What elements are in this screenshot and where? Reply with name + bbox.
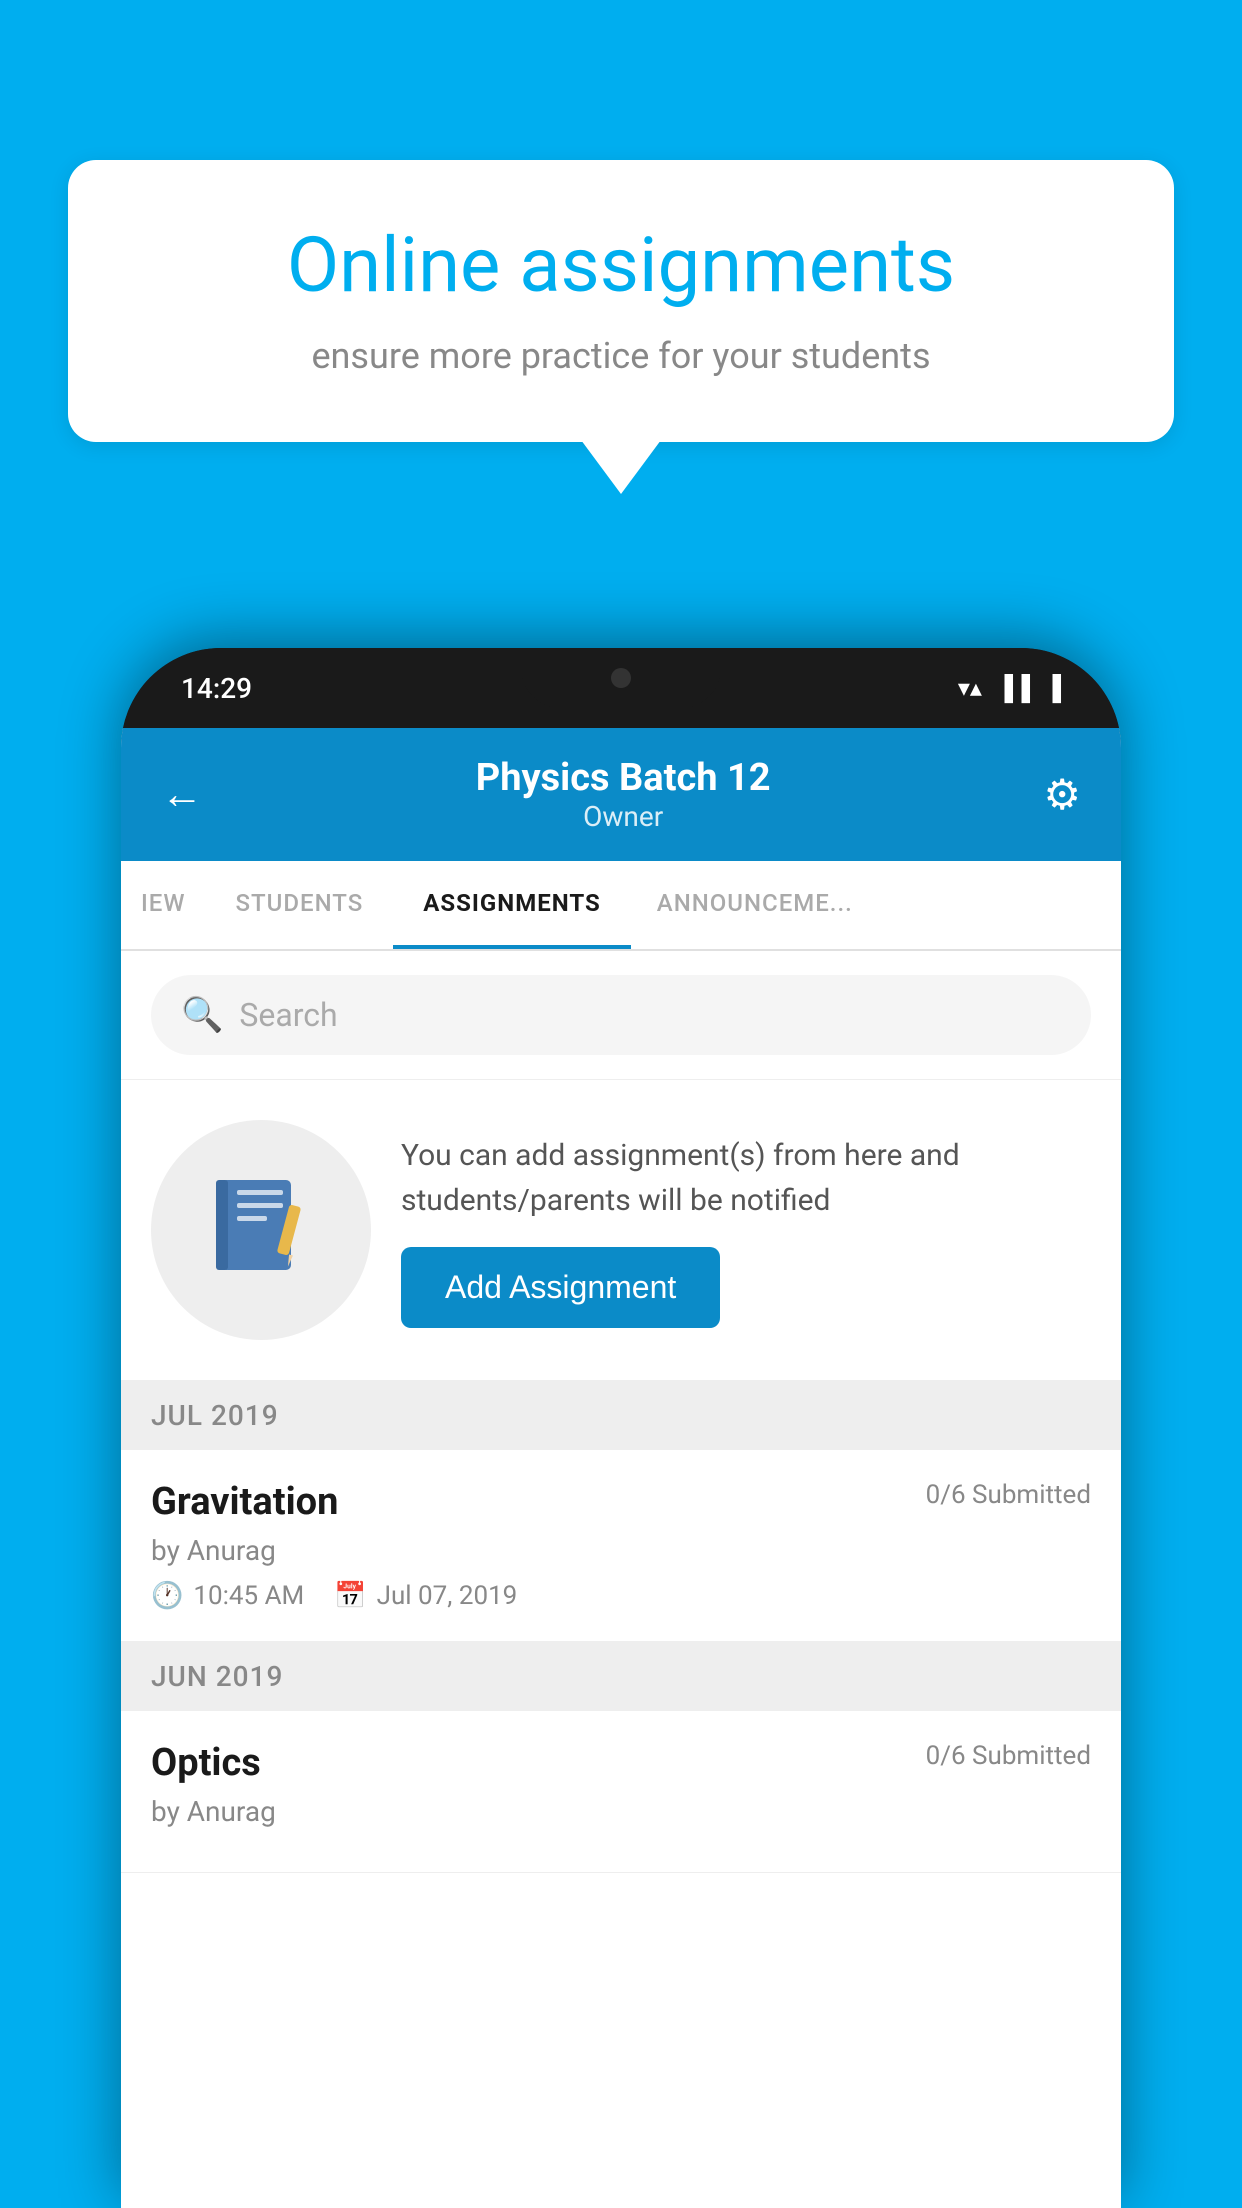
status-icons: ▾▴ ▐▐ ▐ <box>958 674 1061 703</box>
assignment-item-gravitation[interactable]: Gravitation 0/6 Submitted by Anurag 🕐 10… <box>121 1450 1121 1642</box>
assignment-submitted-gravitation: 0/6 Submitted <box>926 1480 1091 1510</box>
tab-students[interactable]: STUDENTS <box>205 861 393 949</box>
search-input[interactable]: Search <box>239 996 337 1034</box>
notebook-icon <box>211 1175 311 1285</box>
section-label-jun: JUN 2019 <box>151 1660 283 1693</box>
assignment-date-gravitation: 📅 Jul 07, 2019 <box>334 1581 517 1611</box>
clock-icon: 🕐 <box>151 1581 183 1611</box>
content-area: 🔍 Search <box>121 951 1121 2208</box>
back-button[interactable]: ← <box>161 770 203 819</box>
assignment-meta-gravitation: 🕐 10:45 AM 📅 Jul 07, 2019 <box>151 1581 1091 1611</box>
signal-icon: ▐▐ <box>996 674 1030 703</box>
assignment-row-top: Gravitation 0/6 Submitted <box>151 1480 1091 1524</box>
notch <box>521 648 721 708</box>
assignment-item-optics[interactable]: Optics 0/6 Submitted by Anurag <box>121 1711 1121 1873</box>
assignment-date-value: Jul 07, 2019 <box>377 1581 518 1611</box>
bubble-subtitle: ensure more practice for your students <box>138 335 1104 377</box>
calendar-icon: 📅 <box>334 1581 366 1611</box>
app-bar-center: Physics Batch 12 Owner <box>203 756 1043 833</box>
promo-icon-circle <box>151 1120 371 1340</box>
battery-icon: ▐ <box>1044 674 1061 703</box>
tab-iew[interactable]: IEW <box>121 861 205 949</box>
assignment-submitted-optics: 0/6 Submitted <box>926 1741 1091 1771</box>
bubble-title: Online assignments <box>138 220 1104 311</box>
wifi-icon: ▾▴ <box>958 674 982 702</box>
tabs-container: IEW STUDENTS ASSIGNMENTS ANNOUNCEME... <box>121 861 1121 951</box>
assignment-name-optics: Optics <box>151 1741 261 1785</box>
assignment-name-gravitation: Gravitation <box>151 1480 338 1524</box>
assignment-by-optics: by Anurag <box>151 1795 1091 1828</box>
phone-screen: ← Physics Batch 12 Owner ⚙ IEW STUDENTS … <box>121 728 1121 2208</box>
section-header-jul: JUL 2019 <box>121 1381 1121 1450</box>
camera <box>611 668 631 688</box>
assignment-by-gravitation: by Anurag <box>151 1534 1091 1567</box>
settings-button[interactable]: ⚙ <box>1043 770 1081 820</box>
search-icon: 🔍 <box>181 995 223 1035</box>
app-bar-title: Physics Batch 12 <box>203 756 1043 800</box>
section-header-jun: JUN 2019 <box>121 1642 1121 1711</box>
assignment-time-value: 10:45 AM <box>193 1581 304 1611</box>
app-bar: ← Physics Batch 12 Owner ⚙ <box>121 728 1121 861</box>
promo-section: You can add assignment(s) from here and … <box>121 1080 1121 1381</box>
status-time: 14:29 <box>181 672 252 705</box>
promo-text: You can add assignment(s) from here and … <box>401 1133 1091 1223</box>
section-label-jul: JUL 2019 <box>151 1399 279 1432</box>
speech-bubble: Online assignments ensure more practice … <box>68 160 1174 442</box>
app-bar-subtitle: Owner <box>203 800 1043 833</box>
phone-frame: 14:29 ▾▴ ▐▐ ▐ ← Physics Batch 12 Owner ⚙… <box>121 648 1121 2208</box>
search-container: 🔍 Search <box>121 951 1121 1080</box>
assignment-time-gravitation: 🕐 10:45 AM <box>151 1581 304 1611</box>
tab-announcements[interactable]: ANNOUNCEME... <box>631 861 879 949</box>
speech-bubble-container: Online assignments ensure more practice … <box>68 160 1174 442</box>
tab-assignments[interactable]: ASSIGNMENTS <box>393 861 631 949</box>
search-input-wrapper[interactable]: 🔍 Search <box>151 975 1091 1055</box>
assignment-row-top-optics: Optics 0/6 Submitted <box>151 1741 1091 1785</box>
add-assignment-button[interactable]: Add Assignment <box>401 1247 720 1328</box>
status-bar: 14:29 ▾▴ ▐▐ ▐ <box>121 648 1121 728</box>
promo-content: You can add assignment(s) from here and … <box>401 1133 1091 1328</box>
